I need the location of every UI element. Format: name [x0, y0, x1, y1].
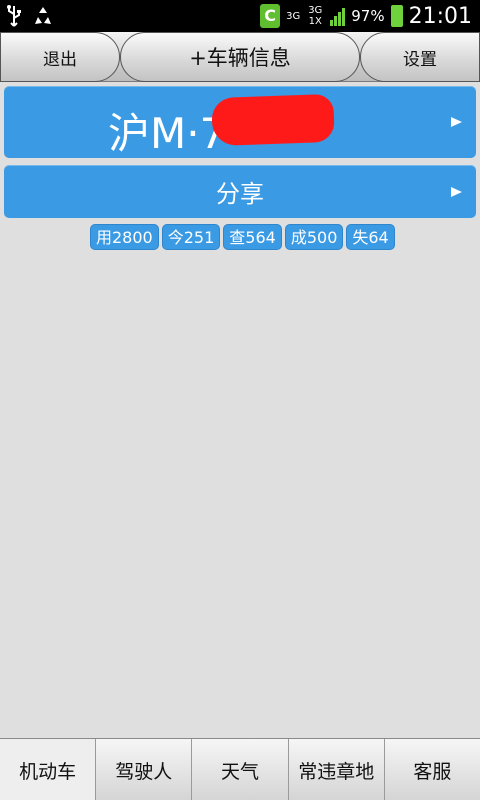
- app-header: 退出 +车辆信息 设置: [0, 32, 480, 82]
- stat-chip-fail: 失64: [346, 224, 395, 250]
- settings-button[interactable]: 设置: [360, 32, 480, 82]
- stat-chip-success: 成500: [284, 224, 344, 250]
- add-vehicle-title-button[interactable]: +车辆信息: [120, 32, 360, 82]
- status-right: C 3G 3G 1X 97% 21:01: [260, 2, 472, 30]
- exit-button[interactable]: 退出: [0, 32, 120, 82]
- status-left: [6, 4, 54, 28]
- chevron-right-icon: [451, 117, 462, 127]
- network-label: 3G: [286, 10, 301, 22]
- stat-chip-used: 用2800: [90, 224, 159, 250]
- tab-weather[interactable]: 天气: [192, 739, 289, 800]
- chevron-right-icon: [451, 186, 462, 197]
- tab-frequent-violation-locations[interactable]: 常违章地: [288, 739, 385, 800]
- status-time: 21:01: [408, 3, 472, 29]
- usb-icon: [7, 5, 21, 27]
- status-bar: C 3G 3G 1X 97% 21:01: [0, 0, 480, 32]
- stat-chip-query: 查564: [223, 224, 282, 250]
- signal-icon: [330, 6, 346, 26]
- plate-row[interactable]: 沪M·7: [4, 86, 476, 158]
- recycle-icon: [35, 7, 51, 24]
- c-app-icon: C: [260, 4, 281, 28]
- share-row[interactable]: 分享: [4, 165, 476, 218]
- tab-vehicle[interactable]: 机动车: [0, 739, 97, 800]
- redaction-mark: [211, 93, 335, 147]
- tab-customer-service[interactable]: 客服: [384, 739, 480, 800]
- bottom-tab-bar: 机动车 驾驶人 天气 常违章地 客服: [0, 738, 480, 800]
- battery-percent: 97%: [351, 7, 385, 25]
- network-label-2: 3G 1X: [308, 5, 323, 27]
- stat-chip-today: 今251: [161, 224, 221, 250]
- stats-chips: 用2800 今251 查564 成500 失64: [90, 224, 395, 250]
- battery-icon: [390, 5, 403, 27]
- plate-number: 沪M·7: [108, 109, 227, 158]
- tab-driver[interactable]: 驾驶人: [96, 739, 193, 800]
- share-label: 分享: [216, 180, 264, 208]
